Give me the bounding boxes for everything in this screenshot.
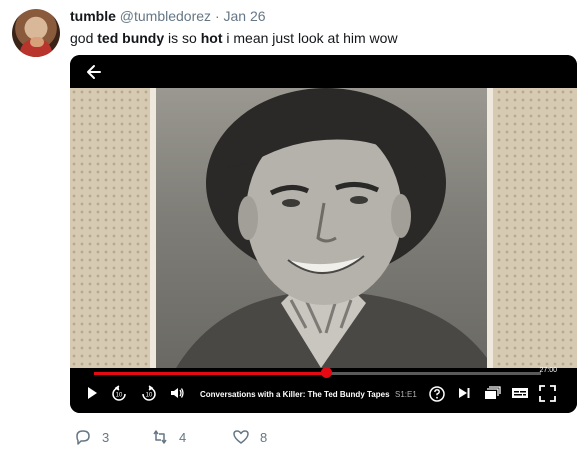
tweet-text-part: is so <box>164 30 201 46</box>
svg-text:10: 10 <box>146 393 153 399</box>
display-name[interactable]: tumble <box>70 8 116 24</box>
player-controls-layer: 27:00 10 10 Conversations with a Killer:… <box>70 55 577 413</box>
episode-label: S1:E1 <box>395 390 417 399</box>
next-episode-icon[interactable] <box>456 385 472 401</box>
user-handle[interactable]: @tumbledorez <box>120 8 211 24</box>
time-remaining: 27:00 <box>539 367 557 374</box>
retweet-count: 4 <box>179 429 187 445</box>
progress-fill <box>94 372 326 375</box>
svg-text:10: 10 <box>116 393 123 399</box>
tweet-text-part: god <box>70 30 98 46</box>
tweet: tumble @tumbledorez · Jan 26 god ted bun… <box>0 0 585 457</box>
fullscreen-icon[interactable] <box>539 385 556 402</box>
progress-scrubber[interactable] <box>321 367 332 378</box>
separator-dot: · <box>214 8 220 24</box>
subtitles-icon[interactable] <box>511 385 529 401</box>
help-icon[interactable] <box>428 385 446 403</box>
like-count: 8 <box>260 429 268 445</box>
tweet-text-bold: hot <box>200 30 223 46</box>
volume-icon[interactable] <box>169 385 185 401</box>
tweet-date[interactable]: Jan 26 <box>224 8 266 24</box>
retweet-icon <box>153 430 167 444</box>
tweet-text: god ted bundy is so hot i mean just look… <box>70 28 398 48</box>
tweet-actions: 3 4 8 <box>70 425 330 449</box>
forward-10-icon[interactable]: 10 <box>140 385 158 403</box>
video-title: Conversations with a Killer: The Ted Bun… <box>200 390 390 399</box>
retweet-button[interactable]: 4 <box>151 425 186 449</box>
avatar[interactable] <box>12 9 60 57</box>
tweet-text-part: i mean just look at him wow <box>222 30 398 46</box>
like-button[interactable]: 8 <box>232 425 267 449</box>
reply-button[interactable]: 3 <box>74 425 109 449</box>
heart-icon <box>233 430 249 444</box>
reply-icon <box>76 430 90 445</box>
play-icon[interactable] <box>84 385 100 401</box>
rewind-10-icon[interactable]: 10 <box>110 385 128 403</box>
reply-count: 3 <box>102 429 110 445</box>
tweet-header: tumble @tumbledorez · Jan 26 <box>70 8 266 24</box>
tweet-text-bold: ted bundy <box>97 30 165 46</box>
episodes-icon[interactable] <box>483 385 501 401</box>
